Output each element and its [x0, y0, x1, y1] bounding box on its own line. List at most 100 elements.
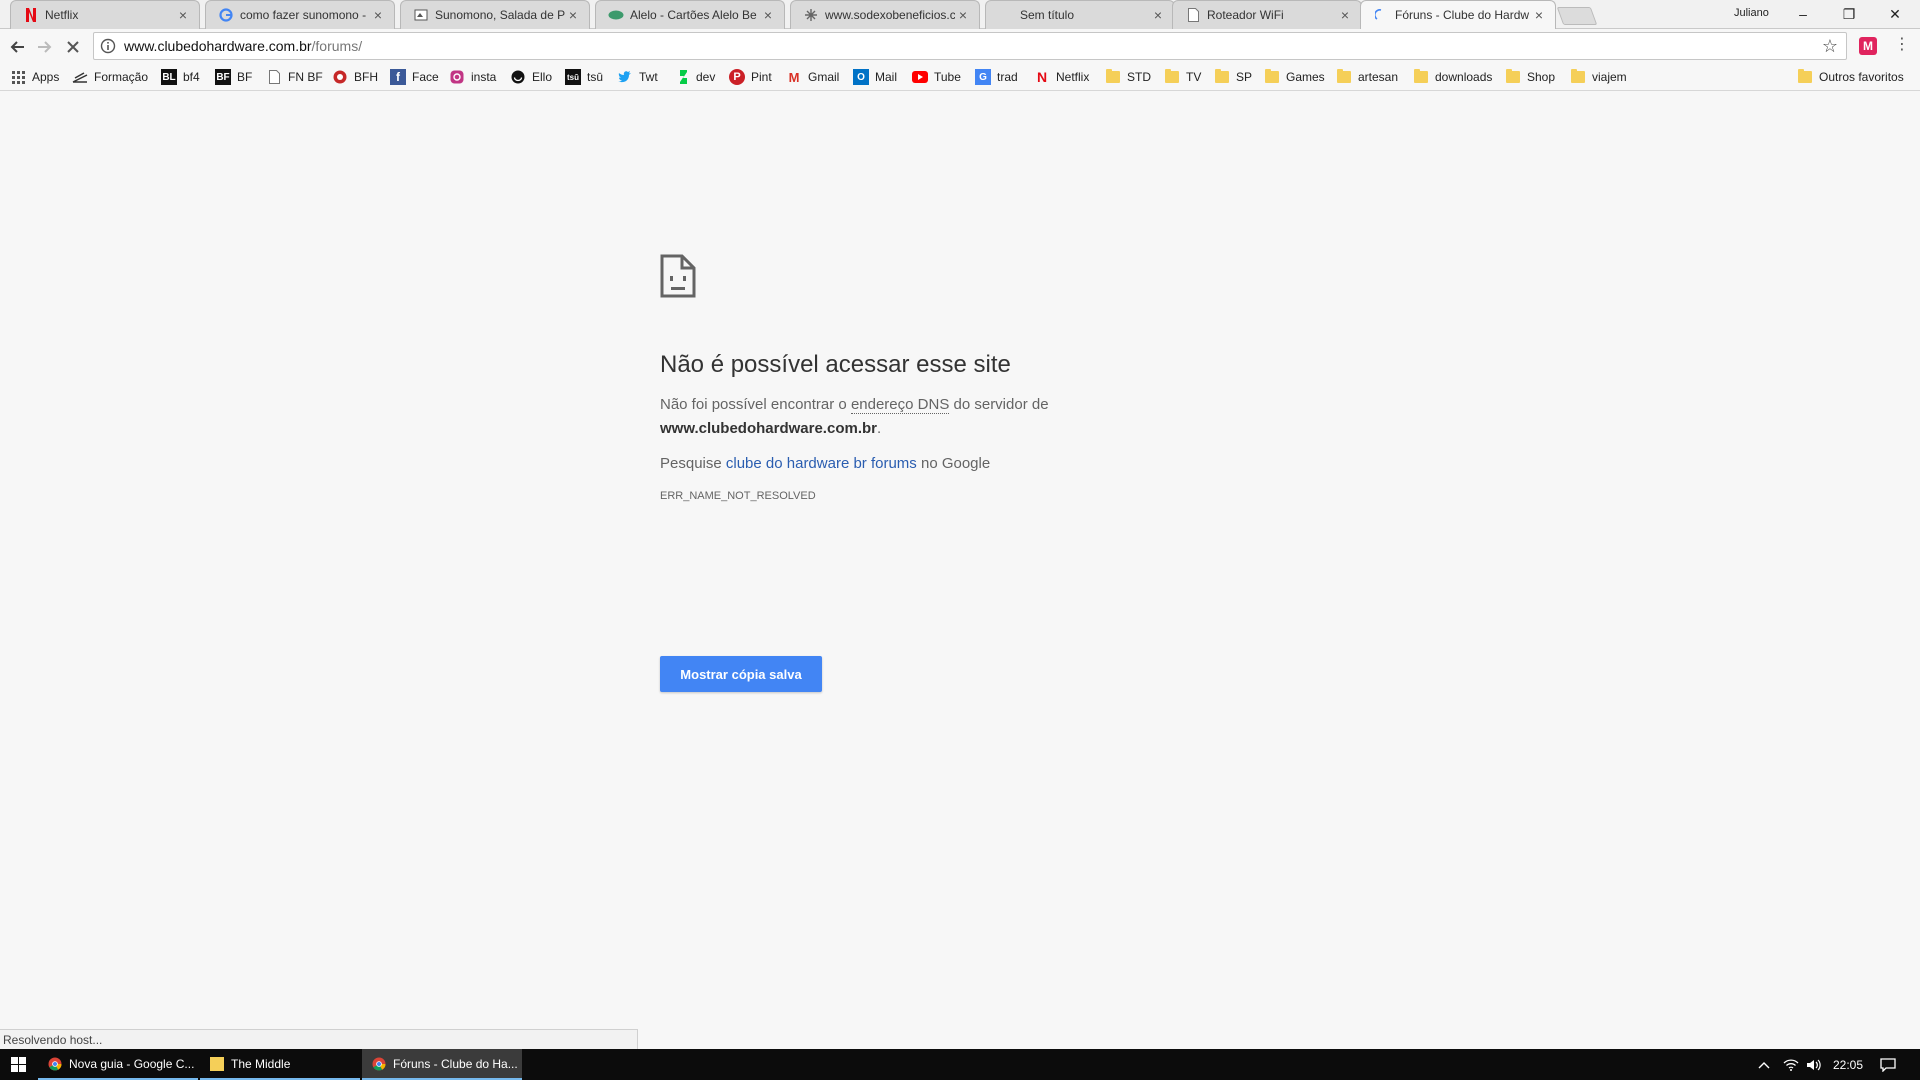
show-cached-copy-button[interactable]: Mostrar cópia salva	[660, 656, 822, 692]
task-label: The Middle	[231, 1056, 291, 1071]
close-icon[interactable]: ×	[175, 7, 191, 23]
loading-icon	[803, 7, 819, 23]
bookmark-label: BFH	[354, 70, 378, 84]
bookmark-pint[interactable]: P Pint	[729, 68, 772, 86]
page-content: Não é possível acessar esse site Não foi…	[0, 91, 1920, 1029]
bookmark-bf[interactable]: BF BF	[215, 68, 252, 86]
tab-netflix[interactable]: Netflix ×	[10, 0, 200, 29]
tab-title: Roteador WiFi	[1207, 8, 1284, 22]
bookmark-fn-bf[interactable]: FN BF	[266, 68, 323, 86]
google-icon	[218, 7, 234, 23]
bookmark-insta[interactable]: insta	[449, 68, 496, 86]
bookmark-twt[interactable]: Twt	[617, 68, 658, 86]
ello-icon	[510, 69, 526, 85]
bookmark-label: Face	[412, 70, 439, 84]
bookmark-bf4[interactable]: BL bf4	[161, 68, 200, 86]
minimize-button[interactable]: –	[1780, 0, 1826, 28]
stop-button[interactable]	[62, 36, 84, 58]
close-window-button[interactable]: ✕	[1872, 0, 1918, 28]
taskbar-item-the-middle[interactable]: The Middle	[200, 1049, 360, 1080]
bookmark-netflix[interactable]: N Netflix	[1034, 68, 1089, 86]
folder-icon	[1505, 69, 1521, 85]
bookmark-dev[interactable]: dev	[674, 68, 715, 86]
bookmark-other-favorites[interactable]: Outros favoritos	[1797, 68, 1904, 86]
tsu-icon: tsū	[565, 69, 581, 85]
close-icon[interactable]: ×	[955, 7, 971, 23]
bookmark-folder-games[interactable]: Games	[1264, 68, 1325, 86]
google-search-link[interactable]: clube do hardware br forums	[726, 455, 917, 472]
bookmark-folder-viajem[interactable]: viajem	[1570, 68, 1627, 86]
bookmark-trad[interactable]: G trad	[975, 68, 1018, 86]
bookmark-label: Ello	[532, 70, 553, 84]
bookmark-mail[interactable]: O Mail	[853, 68, 897, 86]
bookmark-label: Tube	[934, 70, 961, 84]
tab-title: Sem título	[1020, 8, 1075, 22]
bookmark-face[interactable]: f Face	[390, 68, 439, 86]
bookmark-bfh[interactable]: BFH	[332, 68, 378, 86]
bookmark-folder-shop[interactable]: Shop	[1505, 68, 1555, 86]
close-icon[interactable]: ×	[1337, 7, 1353, 23]
taskbar-item-chrome-new-tab[interactable]: Nova guia - Google C...	[38, 1049, 198, 1080]
deviantart-icon	[674, 69, 690, 85]
start-button[interactable]	[0, 1049, 36, 1080]
restore-button[interactable]: ❐	[1826, 0, 1872, 28]
bookmark-label: Formação	[94, 70, 149, 84]
tab-sem-titulo[interactable]: Sem título ×	[985, 0, 1175, 29]
bookmark-tsu[interactable]: tsū tsū	[565, 68, 603, 86]
tray-overflow-chevron-icon[interactable]	[1758, 1049, 1770, 1080]
close-icon[interactable]: ×	[370, 7, 386, 23]
bookmark-ello[interactable]: Ello	[510, 68, 552, 86]
tab-alelo[interactable]: Alelo - Cartões Alelo Be ×	[595, 0, 785, 29]
close-icon[interactable]: ×	[1531, 7, 1547, 23]
tab-title: Netflix	[45, 8, 79, 22]
taskbar-item-chrome-forums[interactable]: Fóruns - Clube do Ha...	[362, 1049, 522, 1080]
volume-icon[interactable]	[1806, 1049, 1822, 1080]
bookmark-label: Shop	[1527, 70, 1556, 84]
bookmark-label: trad	[997, 70, 1018, 84]
tab-sodexo[interactable]: www.sodexobeneficios.c ×	[790, 0, 980, 29]
address-bar[interactable]: www.clubedohardware.com.br/forums/ ☆	[93, 32, 1847, 60]
forward-button[interactable]	[34, 36, 56, 58]
close-icon[interactable]: ×	[565, 7, 581, 23]
bookmark-formacao[interactable]: Formação	[72, 68, 148, 86]
tab-google-search[interactable]: como fazer sunomono - ×	[205, 0, 395, 29]
bookmark-gmail[interactable]: M Gmail	[786, 68, 840, 86]
bookmark-tube[interactable]: Tube	[912, 68, 961, 86]
wifi-icon[interactable]	[1783, 1049, 1799, 1080]
profile-name[interactable]: Juliano	[1734, 7, 1769, 19]
bookmark-folder-std[interactable]: STD	[1105, 68, 1151, 86]
bfh-icon	[332, 69, 348, 85]
tab-sunomono[interactable]: Sunomono, Salada de Pe ×	[400, 0, 590, 29]
bookmark-label: insta	[471, 70, 497, 84]
menu-icon[interactable]: ⋮	[1894, 34, 1910, 54]
bookmark-folder-artesan[interactable]: artesan	[1336, 68, 1398, 86]
task-label: Fóruns - Clube do Ha...	[393, 1056, 518, 1071]
info-icon[interactable]	[100, 38, 116, 54]
bookmark-label: viajem	[1592, 70, 1627, 84]
bookmark-label: STD	[1127, 70, 1151, 84]
close-icon[interactable]: ×	[1150, 7, 1166, 23]
facebook-icon: f	[390, 69, 406, 85]
bookmark-folder-downloads[interactable]: downloads	[1413, 68, 1492, 86]
extension-icon[interactable]: M	[1859, 37, 1877, 55]
folder-icon	[1214, 69, 1230, 85]
back-button[interactable]	[6, 36, 28, 58]
tab-forums-active[interactable]: Fóruns - Clube do Hardw ×	[1360, 0, 1556, 29]
error-heading: Não é possível acessar esse site	[660, 351, 1011, 378]
bookmark-label: bf4	[183, 70, 200, 84]
star-bookmark-icon[interactable]: ☆	[1822, 36, 1838, 57]
bookmark-label: BF	[237, 70, 253, 84]
bookmark-folder-sp[interactable]: SP	[1214, 68, 1252, 86]
tab-roteador-wifi[interactable]: Roteador WiFi ×	[1172, 0, 1362, 29]
new-tab-button[interactable]	[1556, 7, 1598, 25]
bookmark-label: Outros favoritos	[1819, 70, 1904, 84]
bookmark-apps[interactable]: Apps	[10, 68, 59, 86]
netflix-icon	[23, 7, 39, 23]
clock[interactable]: 22:05	[1833, 1049, 1863, 1080]
loading-spinner-icon	[1373, 7, 1389, 23]
close-icon[interactable]: ×	[760, 7, 776, 23]
message-text: .	[877, 420, 882, 437]
site-icon	[413, 7, 429, 23]
bookmark-folder-tv[interactable]: TV	[1164, 68, 1201, 86]
action-center-icon[interactable]	[1880, 1049, 1896, 1080]
